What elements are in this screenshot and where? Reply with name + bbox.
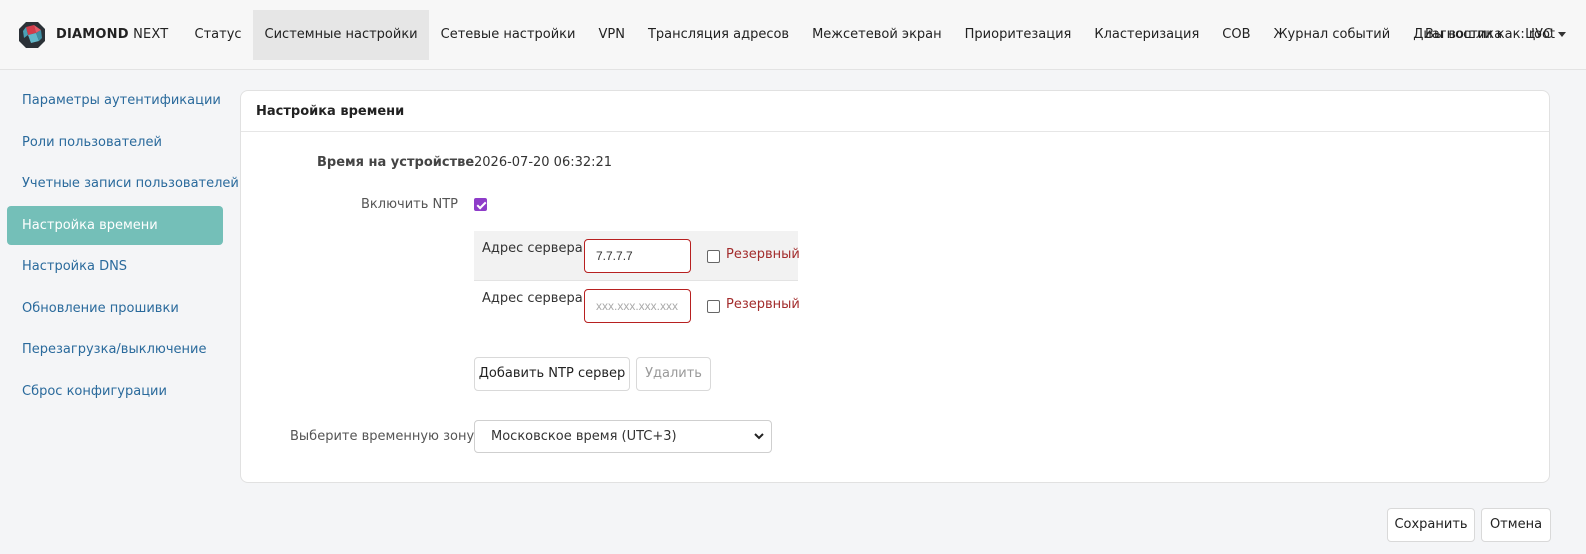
- ntp-enable-label: Включить NTP: [361, 197, 459, 212]
- sidebar-item[interactable]: Роли пользователей: [7, 123, 223, 162]
- reserve-label[interactable]: Резервный: [726, 297, 800, 312]
- user-menu[interactable]: Вы вошли как: root: [1425, 27, 1566, 42]
- brand-name: DIAMOND NEXT: [56, 27, 169, 42]
- sidebar-item[interactable]: Учетные записи пользователей: [7, 164, 239, 203]
- nav-item[interactable]: Журнал событий: [1262, 10, 1402, 60]
- nav-item[interactable]: Приоритезация: [953, 10, 1083, 60]
- cancel-button[interactable]: Отмена: [1481, 508, 1551, 542]
- nav-item[interactable]: Системные настройки: [253, 10, 430, 60]
- server-address-label: Адрес сервера: [482, 241, 583, 256]
- server-address-label: Адрес сервера: [482, 291, 583, 306]
- reserve-label[interactable]: Резервный: [726, 247, 800, 262]
- chevron-down-icon: [754, 433, 764, 440]
- time-settings-panel: Настройка времени Время на устройстве 20…: [240, 90, 1550, 483]
- caret-down-icon: [1558, 32, 1566, 37]
- server-address-input[interactable]: [584, 289, 691, 323]
- sidebar-item[interactable]: Настройка времени: [7, 205, 223, 245]
- timezone-selected-value: Московское время (UTC+3): [491, 429, 677, 444]
- ntp-enable-checkbox[interactable]: [474, 198, 487, 211]
- sidebar-item[interactable]: Перезагрузка/выключение: [7, 330, 223, 369]
- device-time-label: Время на устройстве: [317, 155, 475, 170]
- sidebar-item[interactable]: Сброс конфигурации: [7, 372, 223, 411]
- add-ntp-server-button[interactable]: Добавить NTP сервер: [474, 357, 630, 391]
- reserve-checkbox[interactable]: [707, 300, 720, 313]
- timezone-select[interactable]: Московское время (UTC+3): [474, 420, 772, 453]
- top-navbar: DIAMOND NEXT Статус Системные настройки Се…: [0, 0, 1586, 70]
- nav-item[interactable]: Сетевые настройки: [429, 10, 587, 60]
- delete-ntp-server-button[interactable]: Удалить: [636, 357, 711, 391]
- nav-item[interactable]: VPN: [587, 10, 636, 60]
- timezone-label: Выберите временную зону: [290, 429, 475, 444]
- ntp-server-row: Адрес сервера Резервный: [474, 281, 800, 331]
- save-button[interactable]: Сохранить: [1387, 508, 1475, 542]
- panel-title: Настройка времени: [241, 91, 1549, 132]
- sidebar-item[interactable]: Настройка DNS: [7, 247, 223, 286]
- nav-item[interactable]: Трансляция адресов: [636, 10, 800, 60]
- ntp-server-list: Адрес сервера Резервный Адрес сервера Резер…: [474, 231, 800, 331]
- device-time-value: 2026-07-20 06:32:21: [474, 155, 613, 170]
- nav-item[interactable]: Кластеризация: [1083, 10, 1211, 60]
- diamond-logo-icon[interactable]: [18, 21, 46, 49]
- nav-item[interactable]: Статус: [183, 10, 253, 60]
- sidebar-item[interactable]: Обновление прошивки: [7, 289, 223, 328]
- main-nav: Статус Системные настройки Сетевые настрой…: [183, 10, 1564, 60]
- server-address-input[interactable]: [584, 239, 691, 273]
- ntp-server-row: Адрес сервера Резервный: [474, 231, 800, 281]
- nav-item[interactable]: СОВ: [1211, 10, 1262, 60]
- reserve-checkbox[interactable]: [707, 250, 720, 263]
- sidebar-item[interactable]: Параметры аутентификации: [7, 81, 223, 120]
- settings-sidebar: Параметры аутентификации Роли пользовател…: [7, 81, 239, 413]
- nav-item[interactable]: Межсетевой экран: [801, 10, 954, 60]
